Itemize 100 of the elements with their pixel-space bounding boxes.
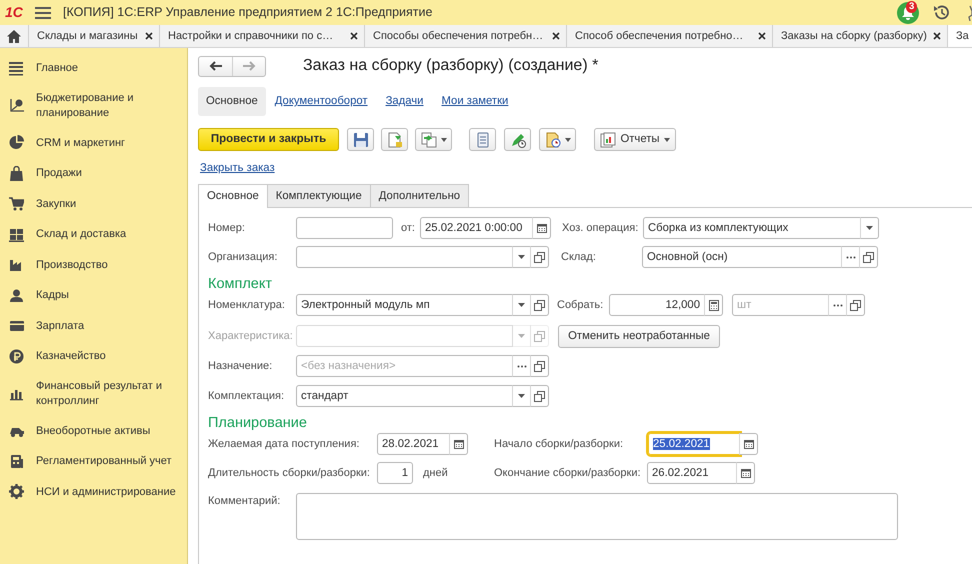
sidebar-item[interactable]: CRM и маркетинг — [36, 136, 126, 150]
sidebar-item[interactable]: Финансовый результат и контроллинг — [36, 379, 183, 408]
calendar-button[interactable] — [736, 462, 755, 484]
input-field[interactable] — [296, 217, 393, 239]
calendar-button[interactable] — [739, 433, 758, 455]
open-tab[interactable]: Склады и магазины — [29, 25, 160, 47]
sidebar-item[interactable]: Кадры — [36, 288, 69, 302]
field-label: Окончание сборки/разборки: — [494, 466, 642, 481]
select-button[interactable] — [841, 246, 860, 268]
gear-icon — [8, 484, 24, 500]
attachments-button[interactable] — [539, 128, 576, 151]
field-label: Номер: — [208, 220, 246, 236]
field-label: Собрать: — [557, 298, 604, 313]
calculator-button[interactable] — [704, 294, 723, 316]
close-icon[interactable] — [758, 32, 766, 40]
sidebar-item[interactable]: Закупки — [36, 196, 76, 211]
caret-icon — [866, 226, 873, 230]
close-icon[interactable] — [552, 32, 560, 40]
form-title: Заказ на сборку (разборку) (создание) * — [303, 56, 598, 76]
open-button[interactable] — [859, 246, 878, 268]
dropdown-button[interactable] — [860, 217, 879, 239]
sidebar-item[interactable]: Зарплата — [36, 318, 84, 333]
cart-icon — [8, 196, 24, 212]
form-tab[interactable]: Дополнительно — [370, 184, 470, 207]
open-button[interactable] — [530, 355, 549, 377]
caret-icon — [518, 255, 525, 259]
document-clock-icon — [544, 132, 560, 148]
open-button[interactable] — [530, 294, 549, 316]
open-icon — [534, 360, 545, 372]
section-link[interactable]: Документооборот — [266, 87, 377, 116]
close-icon[interactable] — [933, 32, 941, 40]
cancel-unprocessed-button[interactable]: Отменить неотработанные — [558, 324, 720, 348]
calendar-button[interactable] — [532, 217, 551, 239]
open-button[interactable] — [846, 294, 865, 316]
input-field[interactable]: 26.02.2021 — [647, 462, 737, 484]
input-field[interactable]: стандарт — [296, 385, 513, 407]
comment-field[interactable] — [296, 493, 898, 540]
more-icon — [832, 304, 842, 306]
calendar-icon — [744, 439, 754, 449]
sidebar-item[interactable]: НСИ и администрирование — [36, 484, 176, 499]
reports-button[interactable]: Отчеты — [594, 128, 676, 151]
create-based-on-button[interactable] — [415, 128, 452, 151]
section-link[interactable]: Основное — [198, 87, 266, 116]
field-label: Назначение: — [208, 358, 274, 374]
section-heading: Комплект — [208, 275, 274, 293]
form-tab[interactable]: Основное — [198, 184, 268, 208]
sidebar-item[interactable]: Склад и доставка — [36, 227, 126, 242]
open-button[interactable] — [530, 246, 549, 268]
section-link[interactable]: Задачи — [376, 87, 432, 116]
unit-label: дней — [423, 466, 449, 481]
post-button[interactable] — [381, 128, 408, 151]
calendar-icon — [536, 223, 546, 233]
menu-icon[interactable] — [35, 6, 51, 18]
dropdown-button[interactable] — [512, 385, 531, 407]
close-icon[interactable] — [350, 32, 358, 40]
sidebar-item[interactable]: Регламентированный учет — [36, 454, 172, 468]
section-link[interactable]: Мои заметки — [432, 87, 518, 116]
sidebar-item[interactable]: Казначейство — [36, 349, 106, 364]
field-label: Организация: — [208, 250, 278, 265]
sidebar-item[interactable]: Продажи — [36, 166, 82, 180]
input-field[interactable]: 28.02.2021 — [377, 433, 450, 455]
field-label: Характеристика: — [208, 328, 294, 344]
input-field[interactable]: Основной (осн) — [642, 246, 842, 268]
input-field[interactable]: Электронный модуль мп — [296, 294, 513, 316]
input-field[interactable]: Сборка из комплектующих — [643, 217, 861, 239]
post-and-close-button[interactable]: Провести и закрыть — [198, 128, 339, 151]
save-button[interactable] — [347, 128, 374, 151]
caret-icon — [518, 303, 525, 307]
history-icon[interactable] — [933, 4, 950, 21]
open-icon — [850, 300, 861, 310]
input-field[interactable]: 1 — [377, 462, 413, 484]
open-tab[interactable]: Способы обеспечения потребн… — [365, 25, 567, 47]
sidebar-item[interactable]: Бюджетирование и планирование — [36, 91, 183, 120]
close-order-link[interactable]: Закрыть заказ — [200, 161, 275, 175]
field-label: Комментарий: — [208, 494, 282, 509]
close-icon[interactable] — [145, 32, 153, 40]
select-button[interactable] — [512, 355, 531, 377]
open-tab[interactable]: Настройки и справочники по с… — [160, 25, 365, 47]
ruble-icon — [8, 348, 24, 364]
structure-button[interactable] — [469, 128, 496, 151]
open-tab[interactable]: За — [948, 25, 972, 47]
input-field[interactable]: 12,000 — [609, 294, 705, 316]
open-icon — [534, 252, 545, 262]
input-field[interactable]: 25.02.2021 0:00:00 — [420, 217, 533, 239]
sign-button[interactable] — [504, 128, 531, 151]
form-tab[interactable]: Комплектующие — [266, 184, 371, 207]
input-field[interactable] — [296, 246, 513, 268]
select-button[interactable] — [828, 294, 847, 316]
shopping-bag-icon — [8, 166, 24, 181]
caret-icon — [440, 138, 446, 142]
input-field[interactable]: 25.02.2021 — [648, 433, 740, 455]
dropdown-button[interactable] — [512, 246, 531, 268]
arrow-left-icon — [208, 61, 222, 71]
sidebar-item[interactable]: Внеоборотные активы — [36, 424, 150, 438]
open-tab[interactable]: Способ обеспечения потребно… — [567, 25, 773, 47]
sidebar-item[interactable]: Главное — [36, 61, 78, 76]
calendar-button[interactable] — [449, 433, 468, 455]
open-button[interactable] — [530, 385, 549, 407]
sidebar-item[interactable]: Производство — [36, 258, 108, 272]
dropdown-button[interactable] — [512, 294, 531, 316]
